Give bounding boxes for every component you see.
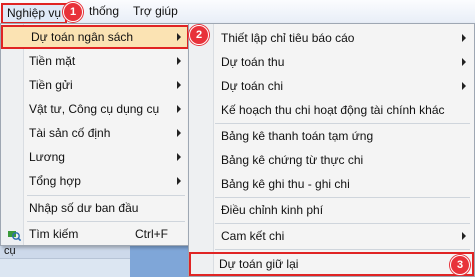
submenu-arrow-icon	[177, 105, 181, 113]
submenu-item-dieu-chinh-kinh-phi[interactable]: Điều chỉnh kinh phí	[191, 199, 472, 221]
menu-item-label: Bảng kê ghi thu - ghi chi	[221, 177, 350, 191]
submenu-arrow-icon	[177, 81, 181, 89]
menu-nghiep-vu[interactable]: Nghiệp vụ	[1, 3, 68, 24]
menu-item-label: Tìm kiếm	[29, 227, 79, 241]
background-header-label: cụ	[4, 245, 16, 257]
menu-item-tong-hop[interactable]: Tổng hợp	[3, 170, 187, 192]
menu-item-tim-kiem[interactable]: Tìm kiếm Ctrl+F	[3, 223, 187, 245]
background-blue-panel	[130, 244, 188, 277]
menu-item-nhap-so-du[interactable]: Nhập số dư ban đầu	[3, 197, 187, 219]
menu-separator	[215, 123, 470, 124]
menu-item-label: Điều chỉnh kinh phí	[221, 203, 324, 217]
menu-item-label: Thiết lập chỉ tiêu báo cáo	[221, 31, 355, 45]
submenu-item-bang-ke-thuc-chi[interactable]: Bảng kê chứng từ thực chi	[191, 149, 472, 171]
menu-item-tien-gui[interactable]: Tiền gửi	[3, 74, 187, 96]
submenu-item-ke-hoach-thu-chi[interactable]: Kế hoạch thu chi hoạt động tài chính khá…	[191, 99, 472, 121]
menu-he-thong[interactable]: thống	[89, 3, 119, 20]
submenu-item-du-toan-giu-lai[interactable]: Dự toán giữ lại	[189, 252, 474, 276]
submenu-item-bang-ke-ghi-thu[interactable]: Bảng kê ghi thu - ghi chi	[191, 173, 472, 195]
menu-item-label: Dự toán thu	[221, 55, 285, 69]
menu-item-label: Dự toán chi	[221, 79, 284, 93]
menu-separator	[27, 195, 185, 196]
submenu-arrow-icon	[462, 34, 466, 42]
menu-item-label: Cam kết chi	[221, 229, 285, 243]
submenu-arrow-icon	[177, 177, 181, 185]
submenu-arrow-icon	[177, 57, 181, 65]
menu-item-vat-tu[interactable]: Vật tư, Công cụ dụng cụ	[3, 98, 187, 120]
submenu-arrow-icon	[462, 82, 466, 90]
submenu-item-thiet-lap-chi-tieu[interactable]: Thiết lập chỉ tiêu báo cáo	[191, 27, 472, 49]
menu-item-label: Bảng kê thanh toán tạm ứng	[221, 129, 374, 143]
callout-badge-3: 3	[450, 255, 470, 275]
menu-separator	[215, 223, 470, 224]
menu-item-label: Nhập số dư ban đầu	[29, 201, 139, 215]
submenu-item-du-toan-chi[interactable]: Dự toán chi	[191, 75, 472, 97]
menu-item-label: Dự toán giữ lại	[219, 257, 299, 271]
submenu-arrow-icon	[177, 33, 181, 41]
menu-item-label: Tổng hợp	[29, 174, 81, 188]
menu-item-label: Vật tư, Công cụ dụng cụ	[29, 102, 160, 116]
submenu-item-du-toan-thu[interactable]: Dự toán thu	[191, 51, 472, 73]
menu-item-du-toan-ngan-sach[interactable]: Dự toán ngân sách	[1, 25, 189, 49]
menu-item-luong[interactable]: Lương	[3, 146, 187, 168]
menu-tro-giup[interactable]: Trợ giúp	[133, 3, 178, 20]
menu-separator	[215, 197, 470, 198]
submenu-arrow-icon	[462, 58, 466, 66]
search-icon	[8, 231, 21, 241]
submenu-arrow-icon	[462, 232, 466, 240]
callout-badge-2: 2	[189, 25, 209, 45]
menu-item-label: Tiền gửi	[29, 78, 73, 92]
nghiep-vu-dropdown: Dự toán ngân sách Tiền mặt Tiền gửi Vật …	[0, 23, 190, 246]
callout-badge-1: 1	[63, 2, 83, 22]
submenu-item-bang-ke-tam-ung[interactable]: Bảng kê thanh toán tạm ứng	[191, 125, 472, 147]
menu-item-label: Tài sản cố định	[29, 126, 111, 140]
submenu-arrow-icon	[177, 129, 181, 137]
menu-separator	[215, 249, 470, 250]
menu-separator	[27, 221, 185, 222]
menu-item-label: Dự toán ngân sách	[31, 30, 134, 44]
menu-item-tien-mat[interactable]: Tiền mặt	[3, 50, 187, 72]
menu-item-label: Bảng kê chứng từ thực chi	[221, 153, 364, 167]
menu-item-tai-san-co-dinh[interactable]: Tài sản cố định	[3, 122, 187, 144]
menu-item-label: Tiền mặt	[29, 54, 76, 68]
submenu-arrow-icon	[177, 153, 181, 161]
menu-item-shortcut: Ctrl+F	[135, 227, 168, 241]
submenu-item-cam-ket-chi[interactable]: Cam kết chi	[191, 225, 472, 247]
background-panel: cụ	[0, 244, 130, 277]
menu-item-label: Kế hoạch thu chi hoạt động tài chính khá…	[221, 103, 445, 117]
du-toan-ngan-sach-submenu: Thiết lập chỉ tiêu báo cáo Dự toán thu D…	[188, 23, 475, 277]
menu-item-label: Lương	[29, 150, 65, 164]
background-header: cụ	[0, 244, 130, 259]
